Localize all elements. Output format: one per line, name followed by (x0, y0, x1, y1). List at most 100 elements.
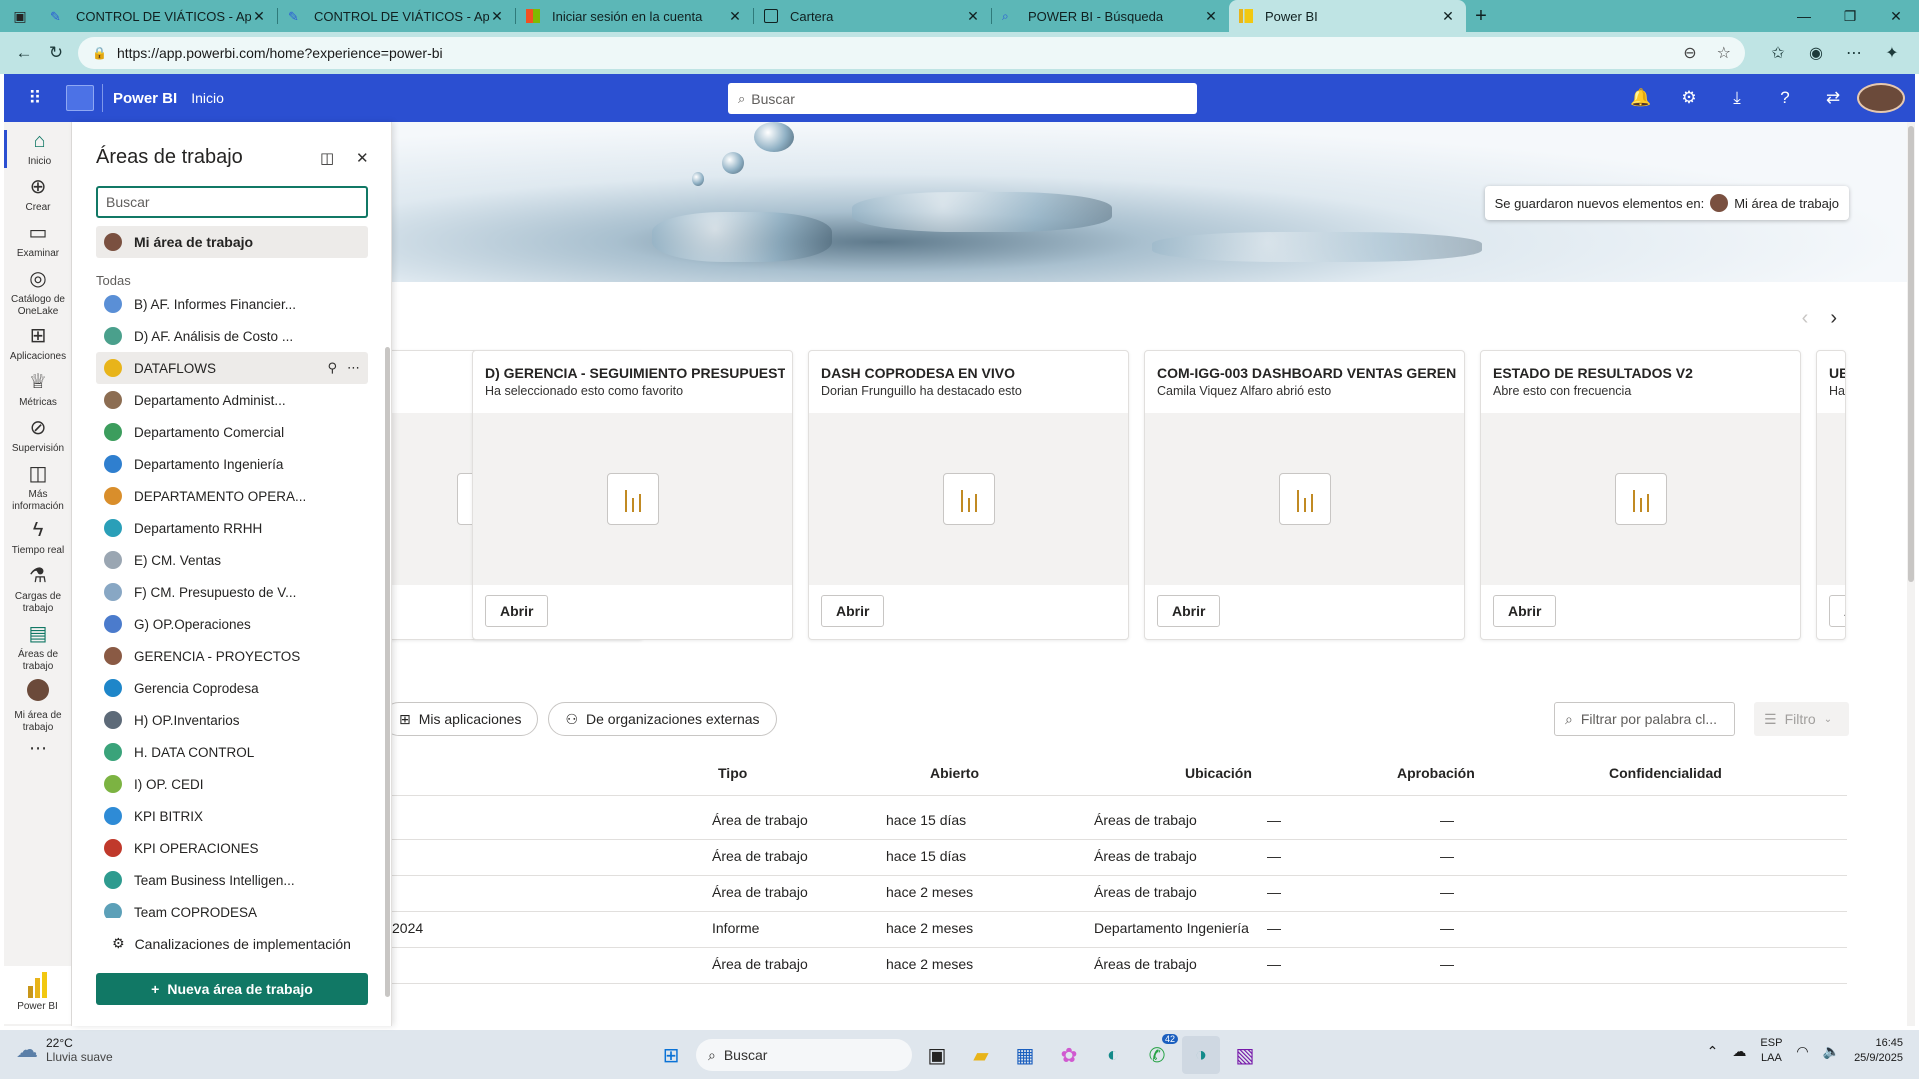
workspace-item[interactable]: DEPARTAMENTO OPERA... (96, 480, 368, 512)
workspace-item[interactable]: E) CM. Ventas (96, 544, 368, 576)
edge-active-icon[interactable]: ◑ (1182, 1036, 1220, 1074)
workspace-item[interactable]: Departamento Ingeniería (96, 448, 368, 480)
browser-tab[interactable]: Iniciar sesión en la cuenta ✕ (516, 0, 753, 32)
recommended-card[interactable]: COM-IGG-003 DASHBOARD VENTAS GEREN... Ca… (1144, 350, 1465, 640)
workspace-item[interactable]: DATAFLOWS ⚲ ⋯ (96, 352, 368, 384)
restore-icon[interactable]: ❐ (1827, 8, 1873, 25)
settings-gear-icon[interactable]: ⚙ (1665, 88, 1713, 108)
nav-cargas-trabajo[interactable]: ⚗ Cargas de trabajo (4, 565, 72, 615)
notifications-icon[interactable]: 🔔 (1617, 88, 1665, 108)
nav-metricas[interactable]: ♕ Métricas (4, 371, 72, 409)
workspace-item[interactable]: H. DATA CONTROL (96, 736, 368, 768)
more-icon[interactable]: ⋯ (4, 739, 72, 757)
workspace-item[interactable]: D) AF. Análisis de Costo ... (96, 320, 368, 352)
workspace-item[interactable]: I) OP. CEDI (96, 768, 368, 800)
onenote-icon[interactable]: ▧ (1226, 1036, 1264, 1074)
browser-tab[interactable]: ✎CONTROL DE VIÁTICOS - AppShe✕ (278, 0, 515, 32)
nav-mas-informacion[interactable]: ◫ Más información (4, 463, 72, 513)
pin-panel-icon[interactable]: ◫ (320, 149, 334, 167)
edge-icon[interactable]: ◐ (1094, 1036, 1132, 1074)
new-workspace-button[interactable]: + Nueva área de trabajo (96, 973, 368, 1005)
back-icon[interactable]: ← (8, 43, 40, 63)
recommended-card[interactable]: DASH COPRODESA EN VIVO Dorian Frunguillo… (808, 350, 1129, 640)
reader-icon[interactable]: ⊖ (1683, 43, 1696, 63)
close-icon[interactable]: ✕ (489, 8, 505, 25)
recommended-card[interactable]: ESTADO DE RESULTADOS V2 Abre esto con fr… (1480, 350, 1801, 640)
workspace-item[interactable]: Team Business Intelligen... (96, 864, 368, 896)
user-avatar[interactable] (1857, 83, 1905, 113)
close-icon[interactable]: ✕ (251, 8, 267, 25)
global-search-input[interactable]: ⌕ Buscar (728, 83, 1197, 114)
workspace-item[interactable]: KPI OPERACIONES (96, 832, 368, 864)
open-button[interactable]: Abrir (821, 595, 885, 627)
nav-areas-trabajo[interactable]: ▤ Áreas de trabajo (4, 623, 72, 673)
close-icon[interactable]: ✕ (1203, 8, 1219, 25)
onedrive-icon[interactable]: ☁ (1732, 1043, 1746, 1060)
workspace-item[interactable]: F) CM. Presupuesto de V... (96, 576, 368, 608)
keyword-filter-input[interactable]: ⌕ Filtrar por palabra cl... (1554, 702, 1735, 736)
volume-icon[interactable]: 🔈 (1823, 1043, 1840, 1060)
tab-actions-icon[interactable]: ▣ (0, 8, 40, 25)
column-header[interactable]: Ubicación (1185, 765, 1252, 781)
workspace-item[interactable]: KPI BITRIX (96, 800, 368, 832)
external-orgs-pill[interactable]: ⚇ De organizaciones externas (548, 702, 777, 736)
weather-widget[interactable]: ☁ 22°C Lluvia suave (16, 1036, 113, 1064)
close-window-icon[interactable]: ✕ (1873, 8, 1919, 25)
clock[interactable]: 16:45 25/9/2025 (1854, 1036, 1903, 1066)
workspace-item[interactable]: G) OP.Operaciones (96, 608, 368, 640)
panel-scrollbar[interactable] (385, 347, 390, 997)
nav-tiempo-real[interactable]: ϟ Tiempo real (4, 519, 72, 557)
store-icon[interactable]: ▦ (1006, 1036, 1044, 1074)
workspace-item[interactable]: Departamento Administ... (96, 384, 368, 416)
close-icon[interactable]: ✕ (1440, 8, 1456, 25)
recommended-card[interactable]: UBI Ha s Ab (1816, 350, 1846, 640)
workspace-item[interactable]: Gerencia Coprodesa (96, 672, 368, 704)
open-button[interactable]: Abrir (1157, 595, 1221, 627)
browser-tab[interactable]: ✎CONTROL DE VIÁTICOS - AppShe✕ (40, 0, 277, 32)
more-options-icon[interactable]: ⋯ (347, 360, 360, 376)
url-field[interactable]: 🔒 https://app.powerbi.com/home?experienc… (78, 37, 1745, 69)
download-icon[interactable]: ⤓ (1713, 88, 1761, 108)
close-icon[interactable]: ✕ (356, 149, 369, 167)
wifi-icon[interactable]: ◠ (1796, 1043, 1808, 1060)
column-header[interactable]: Confidencialidad (1609, 765, 1722, 781)
powerbi-switcher[interactable]: Power BI (4, 966, 72, 1024)
open-button[interactable]: Abrir (485, 595, 549, 627)
copilot-icon[interactable]: ✿ (1050, 1036, 1088, 1074)
more-icon[interactable]: ⋯ (1835, 43, 1873, 63)
table-cell[interactable]: 2024 (392, 920, 423, 936)
file-explorer-icon[interactable]: ▰ (962, 1036, 1000, 1074)
column-header[interactable]: Aprobación (1397, 765, 1475, 781)
nav-mi-area-trabajo[interactable]: Mi área de trabajo (4, 679, 72, 734)
open-button[interactable]: Abrir (1493, 595, 1557, 627)
workspace-item[interactable]: B) AF. Informes Financier... (96, 288, 368, 320)
chevron-right-icon[interactable]: › (1830, 307, 1837, 330)
minimize-icon[interactable]: — (1781, 8, 1827, 25)
column-header[interactable]: Abierto (930, 765, 979, 781)
filter-button[interactable]: ☰ Filtro ⌄ (1754, 702, 1849, 736)
browser-tab[interactable]: Cartera ✕ (754, 0, 991, 32)
new-tab-button[interactable]: + (1466, 5, 1496, 28)
workspace-item[interactable]: GERENCIA - PROYECTOS (96, 640, 368, 672)
nav-aplicaciones[interactable]: ⊞ Aplicaciones (4, 325, 72, 363)
chevron-left-icon[interactable]: ‹ (1802, 307, 1809, 330)
nav-supervision[interactable]: ⊘ Supervisión (4, 417, 72, 455)
pin-icon[interactable]: ⚲ (327, 360, 337, 376)
share-icon[interactable]: ⇄ (1809, 88, 1857, 108)
open-button[interactable]: Ab (1829, 595, 1845, 627)
workspace-search-input[interactable]: Buscar (96, 186, 368, 218)
refresh-icon[interactable]: ↻ (40, 43, 72, 63)
my-workspace-item[interactable]: Mi área de trabajo (96, 226, 368, 258)
favorites-icon[interactable]: ✩ (1759, 43, 1797, 63)
workspace-item[interactable]: Team COPRODESA (96, 896, 368, 918)
help-icon[interactable]: ? (1761, 88, 1809, 108)
whatsapp-icon[interactable]: ✆ 42 (1138, 1034, 1178, 1074)
copilot-icon[interactable]: ✦ (1873, 43, 1911, 63)
chevron-up-icon[interactable]: ⌃ (1707, 1043, 1719, 1060)
taskbar-search[interactable]: ⌕ Buscar (696, 1039, 912, 1071)
toast-workspace-link[interactable]: Mi área de trabajo (1734, 196, 1839, 211)
favorite-star-icon[interactable]: ☆ (1717, 43, 1731, 63)
task-view-icon[interactable]: ▣ (918, 1036, 956, 1074)
language-indicator[interactable]: ESP LAA (1760, 1036, 1782, 1066)
workspace-item[interactable]: H) OP.Inventarios (96, 704, 368, 736)
